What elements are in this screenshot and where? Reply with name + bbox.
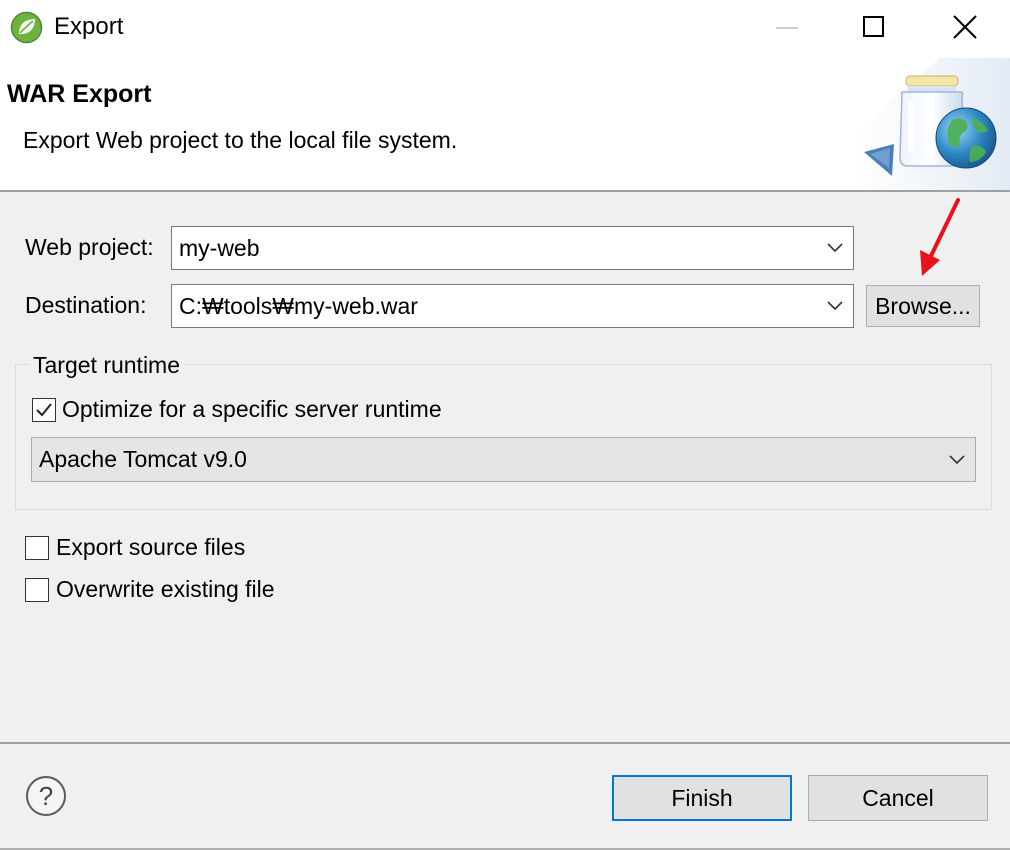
maximize-icon [863, 16, 884, 37]
cancel-button[interactable]: Cancel [808, 775, 988, 821]
wizard-banner [0, 56, 1010, 191]
export-source-label[interactable]: Export source files [56, 534, 245, 561]
red-arrow-annotation [920, 198, 960, 276]
server-runtime-select[interactable]: Apache Tomcat v9.0 [31, 437, 976, 482]
chevron-down-icon [939, 438, 975, 481]
web-project-combo[interactable]: my-web [171, 226, 854, 270]
jar-globe-icon [860, 58, 1010, 190]
banner-divider [0, 190, 1010, 192]
spring-leaf-icon [10, 11, 43, 44]
checkmark-icon [36, 403, 52, 417]
export-source-checkbox[interactable] [25, 536, 49, 560]
overwrite-file-label[interactable]: Overwrite existing file [56, 576, 275, 603]
browse-button[interactable]: Browse... [866, 285, 980, 327]
web-project-value: my-web [179, 234, 260, 261]
footer-divider [0, 742, 1010, 744]
maximize-button[interactable] [851, 4, 897, 50]
server-runtime-value: Apache Tomcat v9.0 [39, 446, 247, 472]
wizard-title: WAR Export [7, 80, 152, 108]
destination-combo[interactable]: C:₩tools₩my-web.war [171, 284, 854, 328]
optimize-runtime-label[interactable]: Optimize for a specific server runtime [62, 396, 442, 423]
chevron-down-icon [817, 227, 853, 269]
window-title: Export [54, 13, 124, 40]
close-button[interactable] [942, 4, 988, 50]
close-icon [953, 15, 977, 39]
help-icon[interactable]: ? [24, 774, 68, 818]
optimize-runtime-checkbox[interactable] [32, 398, 56, 422]
chevron-down-icon [817, 285, 853, 327]
finish-button[interactable]: Finish [612, 775, 792, 821]
destination-label: Destination: [25, 292, 147, 318]
destination-value: C:₩tools₩my-web.war [179, 292, 418, 319]
minimize-icon [776, 27, 798, 29]
overwrite-file-checkbox[interactable] [25, 578, 49, 602]
target-runtime-group-title: Target runtime [29, 352, 185, 379]
web-project-label: Web project: [25, 234, 154, 260]
minimize-button[interactable] [764, 4, 810, 50]
wizard-description: Export Web project to the local file sys… [23, 127, 458, 153]
svg-text:?: ? [39, 781, 53, 811]
